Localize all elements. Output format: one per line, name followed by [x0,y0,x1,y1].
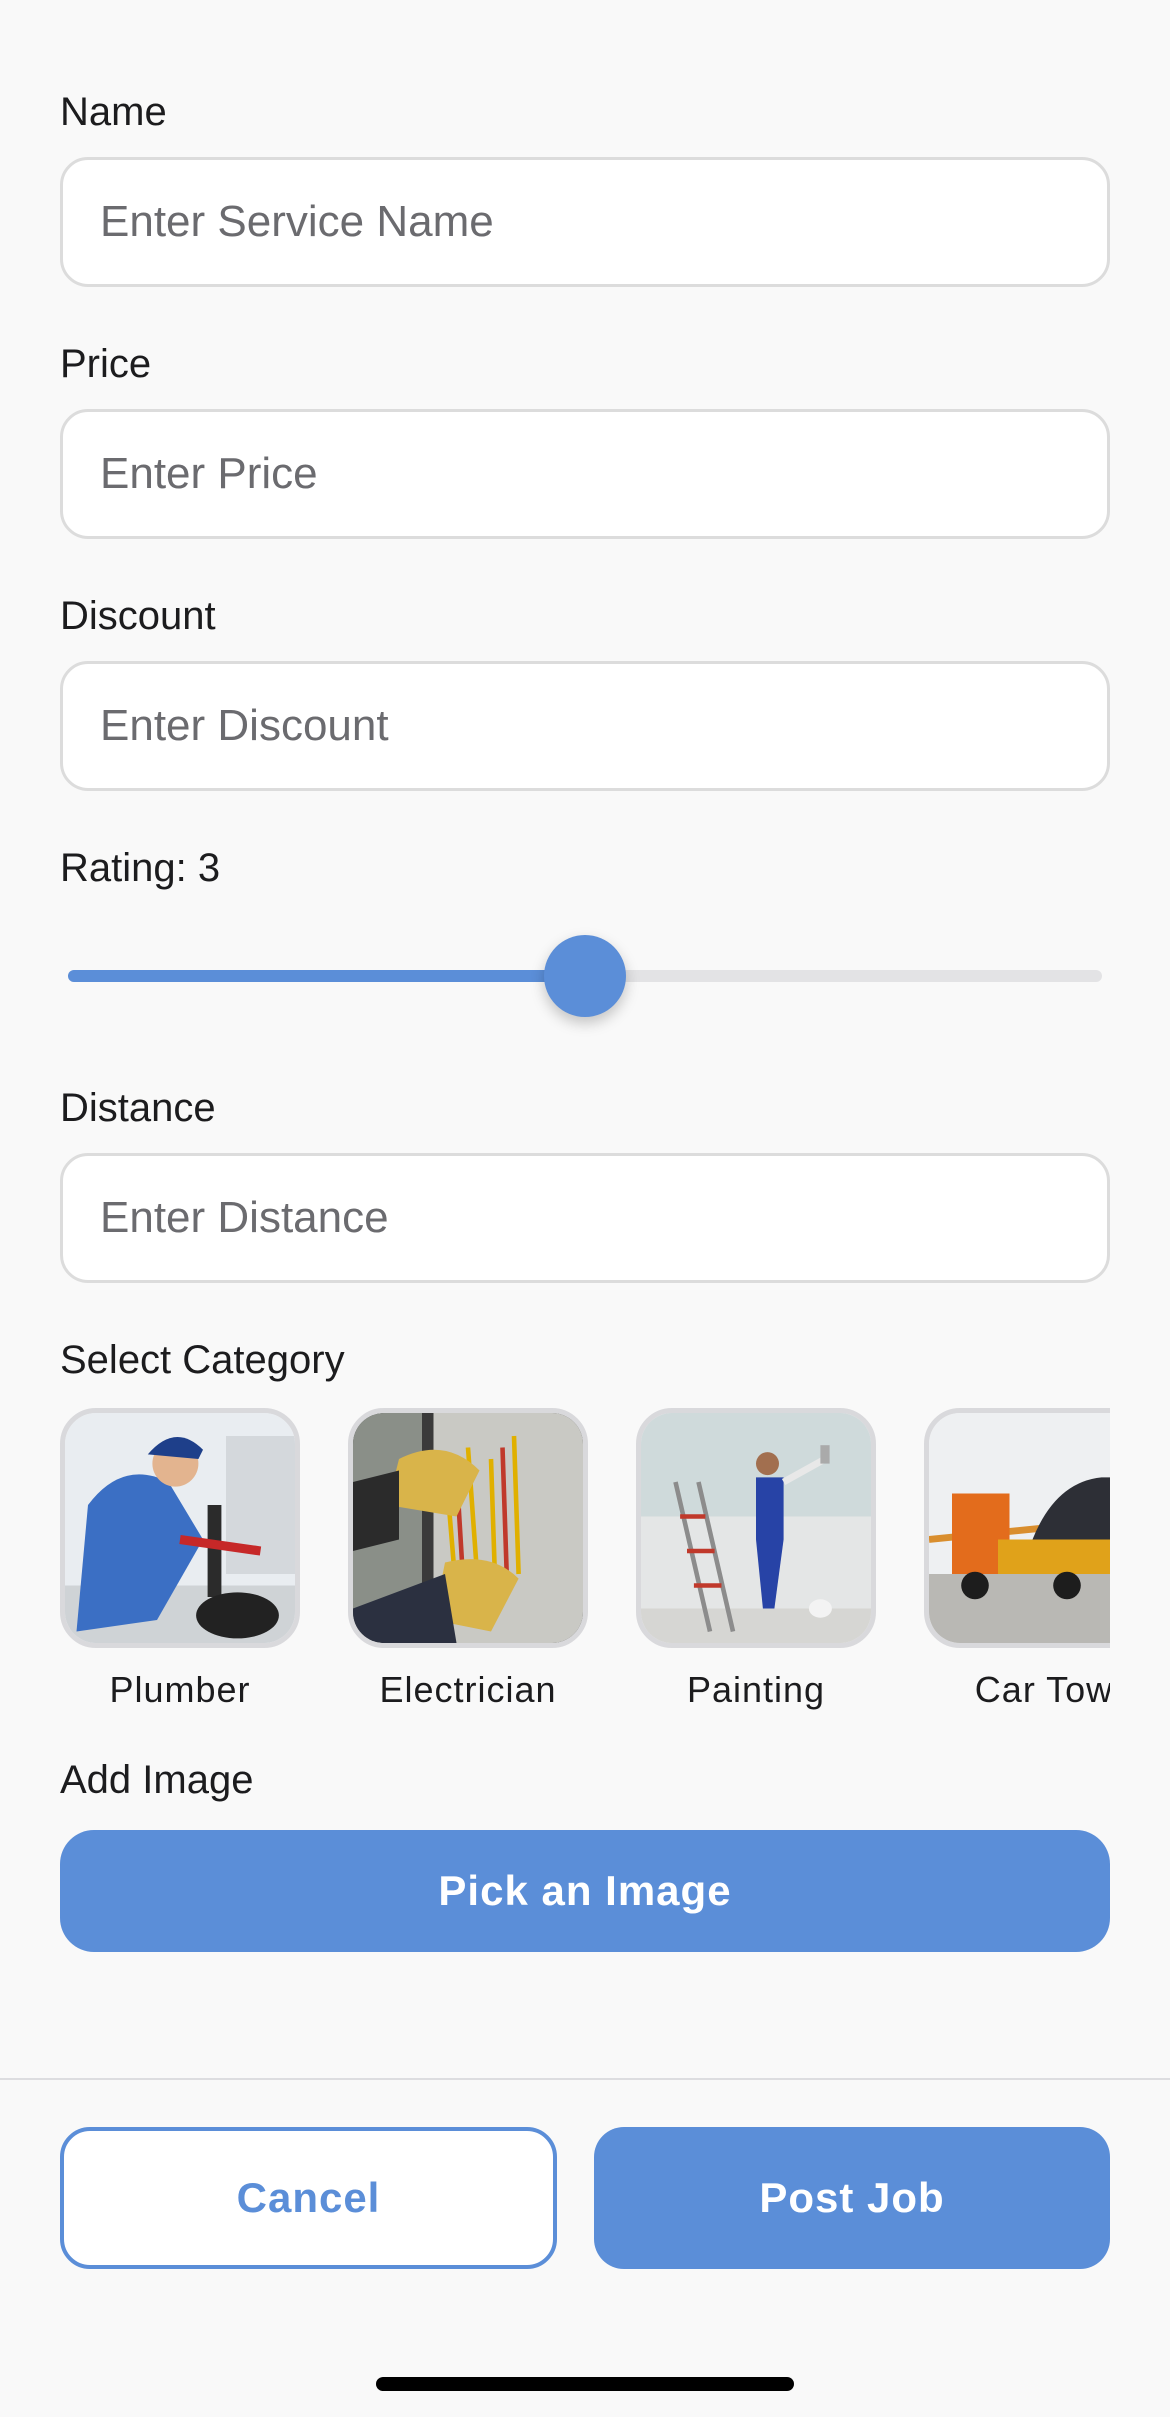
service-name-input[interactable] [100,197,1107,247]
category-label: Select Category [60,1338,345,1382]
discount-label: Discount [60,594,216,638]
footer-divider [0,2078,1170,2080]
category-label-electrician: Electrician [379,1669,557,1710]
name-label: Name [60,90,167,134]
post-job-button[interactable]: Post Job [594,2127,1110,2269]
category-plumber[interactable]: Plumber [60,1408,300,1712]
slider-thumb[interactable] [544,935,626,1017]
electrician-image[interactable] [348,1408,588,1648]
name-field-container[interactable] [60,157,1110,287]
distance-label: Distance [60,1086,216,1130]
price-field-container[interactable] [60,409,1110,539]
add-image-label: Add Image [60,1758,254,1802]
cancel-button[interactable]: Cancel [60,2127,557,2269]
category-label-plumber: Plumber [109,1669,251,1710]
home-indicator [376,2377,794,2391]
distance-input[interactable] [100,1193,1107,1243]
plumber-image[interactable] [60,1408,300,1648]
rating-label: Rating: 3 [60,846,221,890]
discount-input[interactable] [100,701,1107,751]
price-label: Price [60,342,152,386]
slider-fill [68,970,585,982]
discount-field-container[interactable] [60,661,1110,791]
category-electrician[interactable]: Electrician [348,1408,588,1712]
distance-field-container[interactable] [60,1153,1110,1283]
add-service-screen: Name Price Discount Rating: 3 Distance S… [0,0,1170,2417]
pick-image-button[interactable]: Pick an Image [60,1830,1110,1952]
painting-image[interactable] [636,1408,876,1648]
price-input[interactable] [100,449,1107,499]
category-painting[interactable]: Painting [636,1408,876,1712]
car-tow-image[interactable] [924,1408,1110,1648]
category-car-tow[interactable]: Car Tow [924,1408,1110,1712]
category-label-painting: Painting [686,1669,826,1710]
category-label-car-tow: Car Tow [974,1669,1110,1710]
rating-slider[interactable] [68,930,1102,1020]
category-carousel[interactable]: Plumber Electrician Painting Car Tow [60,1408,1110,1718]
